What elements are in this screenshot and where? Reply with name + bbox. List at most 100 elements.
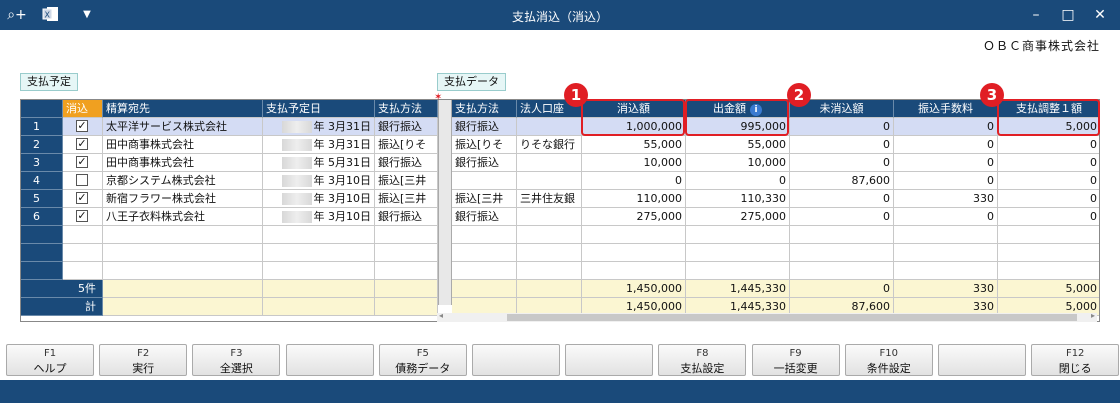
table-row[interactable]: 3 ✓ 田中商事株式会社年 5月31日 銀行振込 銀行振込 10,000 10,000 0 0 0 [21,154,1099,172]
cell-amount[interactable]: 110,000 [582,190,686,208]
cell-paid[interactable]: 110,330 [686,190,790,208]
cell-method[interactable]: 振込[三井 [452,190,517,208]
cell-unpaid[interactable]: 0 [790,118,894,136]
cell-due[interactable]: 年 3月10日 [263,190,375,208]
cell-dest[interactable] [103,244,263,262]
cell-paid[interactable] [686,262,790,280]
cell-due[interactable] [263,262,375,280]
fkey-blank[interactable] [285,344,374,376]
cell-fee[interactable]: 0 [894,118,998,136]
cell-paid[interactable]: 55,000 [686,136,790,154]
fkey-f3[interactable]: F3 全選択 [192,344,281,376]
cell-method-left[interactable] [375,226,438,244]
cell-unpaid[interactable]: 87,600 [790,172,894,190]
close-icon[interactable]: ✕ [1086,4,1114,26]
fkey-blank[interactable] [472,344,560,376]
cell-adjust[interactable] [998,226,1099,244]
col-keshikomi[interactable]: 消込 [63,100,103,118]
cell-account[interactable] [517,208,582,226]
cell-due[interactable] [263,244,375,262]
keshikomi-checkbox[interactable]: ✓ [76,210,88,222]
cell-dest[interactable]: 田中商事株式会社 [103,154,263,172]
cell-fee[interactable] [894,262,998,280]
cell-amount[interactable] [582,244,686,262]
cell-account[interactable]: 三井住友銀 [517,190,582,208]
keshikomi-checkbox[interactable]: ✓ [76,156,88,168]
cell-adjust[interactable]: 0 [998,208,1099,226]
cell-dest[interactable]: 太平洋サービス株式会社 [103,118,263,136]
cell-method-left[interactable]: 銀行振込 [375,154,438,172]
cell-account[interactable] [517,262,582,280]
scroll-right-icon[interactable]: ▸ [1091,311,1095,320]
col-method-left[interactable]: 支払方法 [375,100,438,118]
fkey-f1[interactable]: F1 ヘルプ [6,344,94,376]
cell-amount[interactable]: 275,000 [582,208,686,226]
cell-amount[interactable] [582,226,686,244]
cell-fee[interactable] [894,226,998,244]
cell-fee[interactable]: 0 [894,136,998,154]
fkey-f8[interactable]: F8 支払設定 [658,344,747,376]
cell-due[interactable]: 年 5月31日 [263,154,375,172]
table-row[interactable]: 5 ✓ 新宿フラワー株式会社年 3月10日 振込[三井 振込[三井 三井住友銀 110,00… [21,190,1099,208]
cell-paid[interactable] [686,244,790,262]
table-row[interactable]: 1 ✓ 太平洋サービス株式会社年 3月31日 銀行振込 銀行振込 1,000,000 995… [21,118,1099,136]
col-method[interactable]: 支払方法 [452,100,517,118]
cell-adjust[interactable] [998,262,1099,280]
cell-method[interactable] [452,262,517,280]
cell-amount[interactable]: 10,000 [582,154,686,172]
fkey-f10[interactable]: F10 条件設定 [844,344,933,376]
table-row[interactable] [21,226,1099,244]
cell-method-left[interactable]: 銀行振込 [375,118,438,136]
cell-fee[interactable]: 0 [894,154,998,172]
cell-fee[interactable]: 0 [894,208,998,226]
cell-account[interactable] [517,154,582,172]
cell-dest[interactable]: 田中商事株式会社 [103,136,263,154]
scroll-left-icon[interactable]: ◂ [439,311,443,320]
cell-method-left[interactable]: 銀行振込 [375,208,438,226]
cell-paid[interactable] [686,226,790,244]
cell-amount[interactable]: 55,000 [582,136,686,154]
fkey-blank[interactable] [565,344,654,376]
cell-due[interactable]: 年 3月10日 [263,208,375,226]
cell-method[interactable] [452,244,517,262]
cell-account[interactable] [517,172,582,190]
cell-method-left[interactable]: 振込[三井 [375,190,438,208]
cell-amount[interactable] [582,262,686,280]
cell-method[interactable] [452,172,517,190]
cell-account[interactable]: りそな銀行 [517,136,582,154]
cell-unpaid[interactable] [790,262,894,280]
table-row[interactable] [21,262,1099,280]
cell-unpaid[interactable]: 0 [790,190,894,208]
cell-adjust[interactable]: 0 [998,136,1099,154]
cell-due[interactable] [263,226,375,244]
keshikomi-checkbox[interactable] [76,174,88,186]
maximize-icon[interactable]: □ [1054,4,1082,26]
cell-account[interactable] [517,244,582,262]
table-row[interactable] [21,244,1099,262]
cell-dest[interactable]: 八王子衣料株式会社 [103,208,263,226]
cell-due[interactable]: 年 3月31日 [263,118,375,136]
cell-dest[interactable]: 新宿フラワー株式会社 [103,190,263,208]
cell-method[interactable]: 振込[りそ [452,136,517,154]
cell-adjust[interactable]: 0 [998,172,1099,190]
col-dest[interactable]: 精算宛先 [103,100,263,118]
cell-paid[interactable]: 0 [686,172,790,190]
cell-account[interactable] [517,118,582,136]
cell-method[interactable]: 銀行振込 [452,118,517,136]
cell-dest[interactable] [103,262,263,280]
cell-due[interactable]: 年 3月10日 [263,172,375,190]
table-row[interactable]: 6 ✓ 八王子衣料株式会社年 3月10日 銀行振込 銀行振込 275,000 275,000… [21,208,1099,226]
cell-method[interactable] [452,226,517,244]
cell-amount[interactable]: 0 [582,172,686,190]
cell-method-left[interactable]: 振込[りそ [375,136,438,154]
cell-due[interactable]: 年 3月31日 [263,136,375,154]
cell-unpaid[interactable] [790,226,894,244]
fkey-f2[interactable]: F2 実行 [99,344,188,376]
cell-method[interactable]: 銀行振込 [452,208,517,226]
cell-account[interactable] [517,226,582,244]
cell-method-left[interactable]: 振込[三井 [375,172,438,190]
cell-adjust[interactable]: 0 [998,154,1099,172]
pane-splitter[interactable] [438,100,452,305]
cell-method-left[interactable] [375,262,438,280]
keshikomi-checkbox[interactable]: ✓ [76,138,88,150]
